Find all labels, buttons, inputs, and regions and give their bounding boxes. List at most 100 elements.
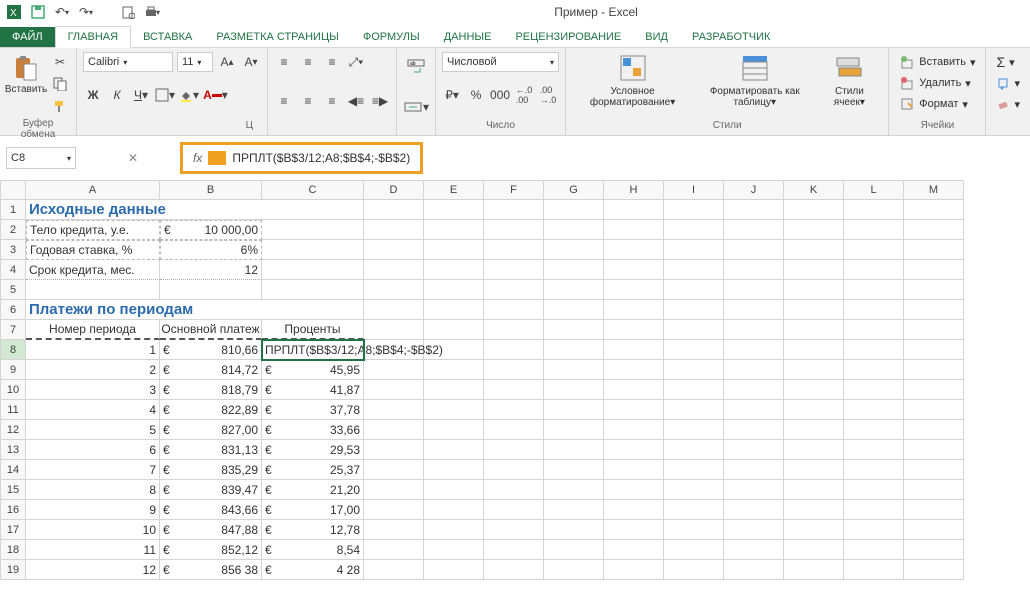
cell[interactable] (784, 220, 844, 240)
cell[interactable] (844, 480, 904, 500)
fill-button[interactable]: ▾ (992, 73, 1024, 93)
cell[interactable] (724, 240, 784, 260)
cell[interactable] (604, 500, 664, 520)
row-header[interactable]: 4 (0, 260, 26, 280)
cell[interactable] (904, 200, 964, 220)
cell[interactable] (904, 460, 964, 480)
cell[interactable] (424, 220, 484, 240)
column-header[interactable]: H (604, 180, 664, 200)
cell[interactable] (544, 220, 604, 240)
cell[interactable] (604, 420, 664, 440)
cell[interactable] (904, 480, 964, 500)
column-header[interactable]: G (544, 180, 604, 200)
column-header[interactable]: F (484, 180, 544, 200)
cell[interactable]: 6 (26, 440, 160, 460)
cell[interactable]: Исходные данные (26, 200, 364, 220)
cell[interactable] (664, 460, 724, 480)
tab-home[interactable]: ГЛАВНАЯ (55, 26, 131, 48)
cell[interactable]: €839,47 (160, 480, 262, 500)
cell[interactable] (544, 300, 604, 320)
cell[interactable] (604, 540, 664, 560)
cell[interactable] (604, 520, 664, 540)
cell[interactable] (424, 440, 484, 460)
cell[interactable] (544, 240, 604, 260)
cell[interactable] (664, 380, 724, 400)
cell[interactable] (904, 500, 964, 520)
cell[interactable] (424, 420, 484, 440)
cell[interactable] (424, 240, 484, 260)
cell[interactable] (364, 320, 424, 340)
cell[interactable]: 12 (160, 260, 262, 280)
column-header[interactable]: M (904, 180, 964, 200)
cell[interactable] (784, 420, 844, 440)
cell[interactable]: €818,79 (160, 380, 262, 400)
cell[interactable] (604, 480, 664, 500)
cell[interactable] (904, 300, 964, 320)
bold-button[interactable]: Ж (83, 85, 103, 105)
cell[interactable]: 7 (26, 460, 160, 480)
cell[interactable] (724, 260, 784, 280)
cell[interactable] (544, 320, 604, 340)
cell[interactable] (544, 440, 604, 460)
wrap-text-icon[interactable]: ab (403, 52, 429, 84)
cell[interactable] (844, 380, 904, 400)
cell[interactable] (262, 220, 364, 240)
cell[interactable] (664, 280, 724, 300)
cell[interactable] (784, 480, 844, 500)
cell[interactable] (484, 420, 544, 440)
tab-data[interactable]: ДАННЫЕ (432, 27, 504, 47)
align-top-icon[interactable]: ≡ (274, 52, 294, 72)
cell[interactable] (604, 400, 664, 420)
comma-icon[interactable]: 000 (490, 85, 510, 105)
cell[interactable] (724, 500, 784, 520)
cell[interactable] (844, 460, 904, 480)
row-header[interactable]: 17 (0, 520, 26, 540)
cell[interactable] (784, 360, 844, 380)
cell[interactable] (724, 300, 784, 320)
cell[interactable] (724, 520, 784, 540)
cell[interactable] (664, 500, 724, 520)
cell[interactable] (784, 280, 844, 300)
cell[interactable] (784, 240, 844, 260)
column-header[interactable]: A (26, 180, 160, 200)
tab-developer[interactable]: РАЗРАБОТЧИК (680, 27, 782, 47)
cell[interactable] (544, 400, 604, 420)
cell[interactable] (604, 220, 664, 240)
cell[interactable] (724, 460, 784, 480)
cell[interactable] (844, 360, 904, 380)
autosum-button[interactable]: Σ ▾ (992, 52, 1024, 72)
copy-icon[interactable] (50, 74, 70, 94)
column-header[interactable]: J (724, 180, 784, 200)
cell[interactable] (784, 320, 844, 340)
font-color-button[interactable]: A▾ (203, 85, 228, 105)
cell[interactable] (364, 420, 424, 440)
cell[interactable] (364, 220, 424, 240)
cell[interactable]: ПРПЛТ($B$3/12;A8;$B$4;-$B$2) (262, 340, 364, 360)
cell[interactable] (724, 560, 784, 580)
cell[interactable] (424, 280, 484, 300)
cell[interactable] (904, 240, 964, 260)
conditional-formatting-button[interactable]: Условное форматирование▾ (572, 52, 693, 108)
cell[interactable] (262, 280, 364, 300)
align-center-icon[interactable]: ≡ (298, 91, 318, 111)
cell[interactable] (484, 480, 544, 500)
cell[interactable] (544, 380, 604, 400)
cell[interactable] (604, 560, 664, 580)
cell[interactable]: 2 (26, 360, 160, 380)
row-header[interactable]: 9 (0, 360, 26, 380)
cell[interactable]: Основной платеж (160, 320, 262, 340)
cell[interactable]: Годовая ставка, % (26, 240, 160, 260)
cell[interactable] (604, 300, 664, 320)
cell[interactable] (664, 560, 724, 580)
cell[interactable] (844, 320, 904, 340)
row-header[interactable]: 8 (0, 340, 26, 360)
cell[interactable] (604, 260, 664, 280)
merge-icon[interactable]: ▾ (403, 91, 429, 123)
cell[interactable] (904, 380, 964, 400)
cell[interactable] (664, 520, 724, 540)
row-header[interactable]: 11 (0, 400, 26, 420)
cell[interactable]: Срок кредита, мес. (26, 260, 160, 280)
delete-cells-button[interactable]: Удалить ▾ (895, 73, 979, 93)
cell[interactable] (484, 360, 544, 380)
cell[interactable] (604, 280, 664, 300)
